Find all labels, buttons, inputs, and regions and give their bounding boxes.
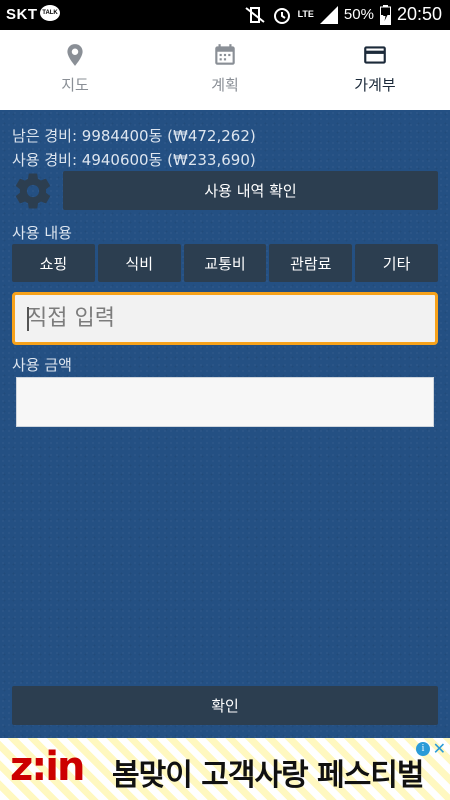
history-button[interactable]: 사용 내역 확인 [63,171,438,210]
clock-time: 20:50 [396,4,442,24]
ad-info-icon[interactable]: i [416,742,430,756]
category-admission-button[interactable]: 관람료 [269,244,353,282]
category-shopping-button[interactable]: 쇼핑 [12,244,95,282]
tab-label: 지도 [61,76,89,94]
ad-headline: 봄맞이 고객사랑 페스티벌 [112,758,424,793]
ad-banner[interactable]: z:in 봄맞이 고객사랑 페스티벌 i ✕ [0,738,450,800]
amount-label: 사용 금액 [12,356,72,374]
status-bar: SKT TALK LTE 50% 20:50 [0,0,450,30]
battery-charging-icon [379,4,391,25]
ad-brand-logo: z:in [10,744,85,790]
card-icon [364,46,386,64]
confirm-button[interactable]: 확인 [12,686,438,725]
amount-input[interactable] [17,378,433,426]
vibrate-mute-icon [244,6,265,23]
category-transport-button[interactable]: 교통비 [183,244,267,282]
direct-input-field[interactable] [12,292,438,345]
remaining-budget: 남은 경비: 9984400동 (₩472,262) [12,127,256,145]
kakaotalk-icon: TALK [40,5,60,21]
calendar-icon [215,44,235,65]
gear-icon[interactable] [12,170,54,212]
battery-percent: 50% [343,6,374,23]
tab-map[interactable]: 지도 [0,30,150,110]
tab-label: 가계부 [354,76,396,94]
tab-account-book[interactable]: 가계부 [300,30,450,110]
tab-label: 계획 [211,76,239,94]
amount-field[interactable] [16,377,434,427]
status-icons: LTE 50% 20:50 [244,4,442,25]
ad-close-icon[interactable]: ✕ [433,739,446,758]
used-budget: 사용 경비: 4940600동 (₩233,690) [12,151,256,169]
text-caret [27,307,29,331]
account-book-panel: 남은 경비: 9984400동 (₩472,262) 사용 경비: 494060… [0,110,450,738]
category-other-button[interactable]: 기타 [355,244,438,282]
tab-bar: 지도 계획 가계부 [0,30,450,111]
category-food-button[interactable]: 식비 [97,244,181,282]
map-pin-icon [67,44,83,66]
direct-input[interactable] [15,295,435,342]
usage-label: 사용 내용 [12,224,72,242]
carrier-label: SKT [6,6,38,23]
lte-indicator: LTE [297,9,314,19]
signal-icon [319,5,338,24]
alarm-clock-icon [273,7,290,24]
tab-plan[interactable]: 계획 [150,30,300,110]
category-buttons: 쇼핑 식비 교통비 관람료 기타 [12,244,438,282]
